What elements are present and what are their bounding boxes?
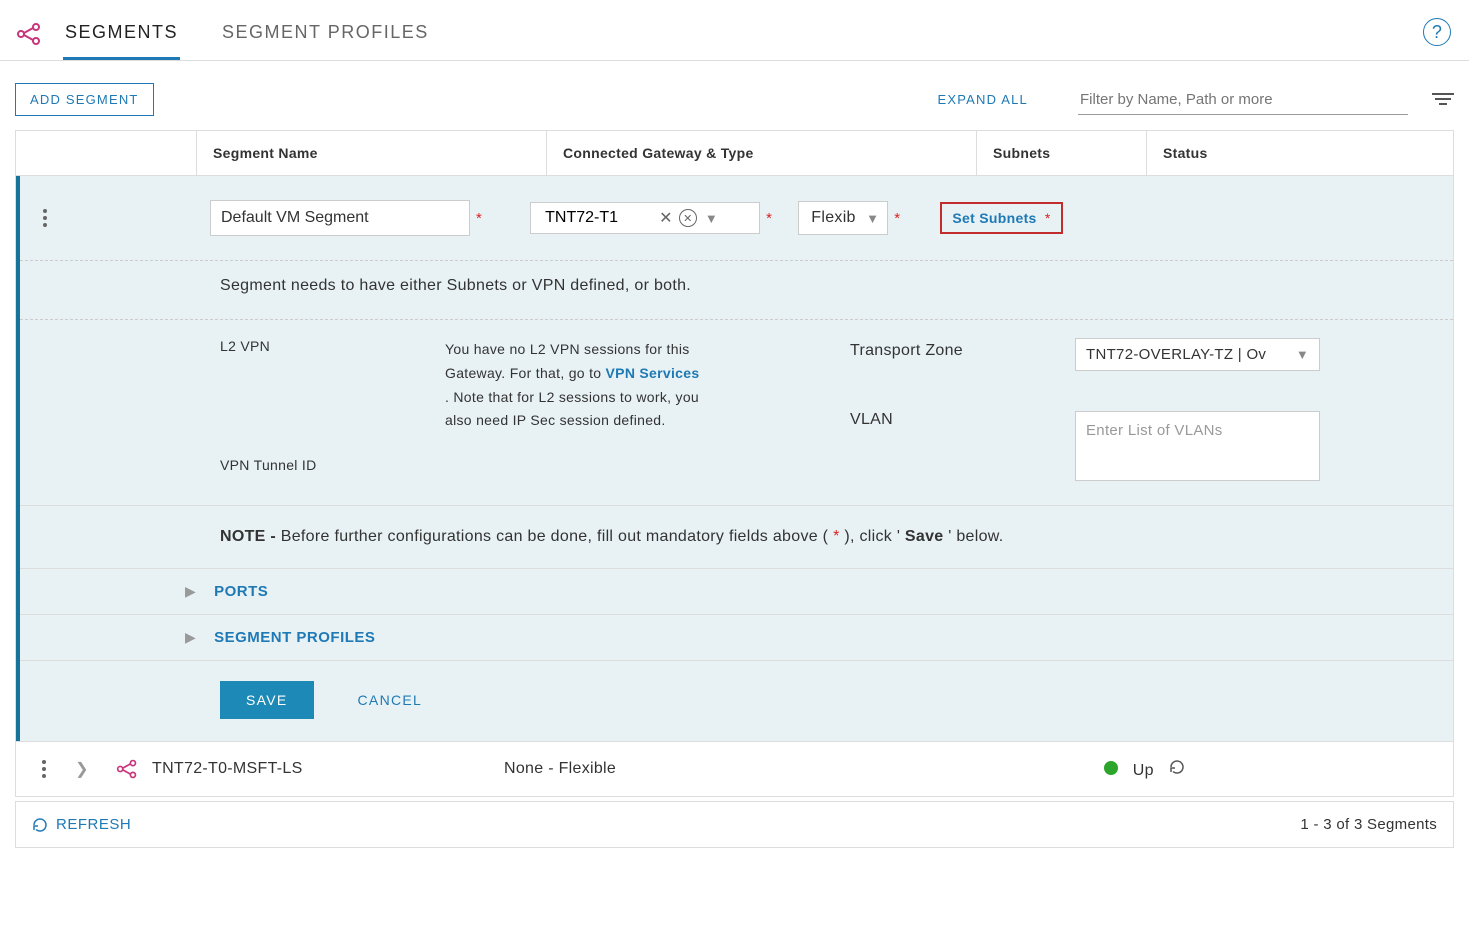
vpn-tunnel-label: VPN Tunnel ID [220, 457, 445, 473]
type-select[interactable]: Flexib ▼ [798, 201, 888, 235]
col-subnets: Subnets [976, 131, 1146, 175]
segment-profiles-label: SEGMENT PROFILES [214, 629, 375, 646]
note-prefix: NOTE - [220, 528, 281, 545]
vpn-services-link[interactable]: VPN Services [606, 365, 700, 381]
refresh-status-icon[interactable] [1169, 759, 1185, 780]
required-icon: * [1045, 210, 1051, 226]
save-button[interactable]: SAVE [220, 681, 314, 719]
ports-label: PORTS [214, 583, 268, 600]
required-icon: * [833, 528, 840, 545]
col-status: Status [1146, 131, 1453, 175]
set-subnets-button[interactable]: Set Subnets * [940, 202, 1062, 234]
required-icon: * [894, 210, 900, 227]
expand-all-link[interactable]: EXPAND ALL [937, 92, 1028, 107]
refresh-button[interactable]: REFRESH [32, 816, 131, 833]
segment-icon [102, 758, 152, 780]
row-segment-name: TNT72-T0-MSFT-LS [152, 760, 504, 778]
filter-icon[interactable] [1432, 93, 1454, 107]
chevron-down-icon[interactable]: ▼ [705, 211, 718, 226]
transport-zone-value: TNT72-OVERLAY-TZ | Ov [1086, 346, 1266, 363]
segments-icon [15, 20, 43, 48]
filter-input[interactable] [1078, 85, 1408, 115]
help-icon[interactable]: ? [1423, 18, 1451, 46]
gateway-select-value[interactable] [543, 208, 653, 228]
segment-profiles-expander[interactable]: ▶ SEGMENT PROFILES [20, 615, 1453, 661]
chevron-down-icon[interactable]: ▼ [866, 211, 879, 226]
col-empty [16, 131, 196, 175]
clear-selection-icon[interactable]: ✕ [679, 209, 697, 227]
row-gateway: None - Flexible [504, 760, 1104, 778]
row-status: Up [1104, 759, 1185, 780]
add-segment-button[interactable]: ADD SEGMENT [15, 83, 154, 116]
chevron-down-icon[interactable]: ▼ [1296, 347, 1309, 362]
cancel-button[interactable]: CANCEL [352, 691, 429, 709]
note-body-a: Before further configurations can be don… [281, 528, 833, 545]
refresh-label: REFRESH [56, 816, 131, 833]
status-text: Up [1133, 762, 1154, 779]
l2vpn-message-b: . Note that for L2 sessions to work, you… [445, 389, 699, 429]
vlan-input[interactable]: Enter List of VLANs [1075, 411, 1320, 481]
pagination-count: 1 - 3 of 3 Segments [1300, 816, 1437, 833]
note-body-c: ' below. [948, 528, 1003, 545]
chevron-right-icon: ▶ [185, 583, 196, 600]
row-actions-menu[interactable] [26, 760, 62, 778]
l2vpn-message: You have no L2 VPN sessions for this Gat… [445, 338, 705, 433]
col-gateway: Connected Gateway & Type [546, 131, 976, 175]
segment-name-input[interactable] [210, 200, 470, 236]
transport-zone-select[interactable]: TNT72-OVERLAY-TZ | Ov ▼ [1075, 338, 1320, 371]
transport-zone-label: Transport Zone [850, 342, 1075, 360]
chevron-right-icon: ▶ [185, 629, 196, 646]
gateway-select[interactable]: ✕ ✕ ▼ [530, 202, 760, 234]
table-row: ❯ TNT72-T0-MSFT-LS None - Flexible Up [16, 741, 1453, 796]
ports-expander[interactable]: ▶ PORTS [20, 569, 1453, 615]
segment-edit-row: * ✕ ✕ ▼ * Flexib ▼ * Set Subnets * Segme… [16, 176, 1453, 741]
l2vpn-label: L2 VPN [220, 338, 445, 433]
tab-segment-profiles[interactable]: SEGMENT PROFILES [220, 8, 431, 60]
tab-segments[interactable]: SEGMENTS [63, 8, 180, 60]
note-row: NOTE - Before further configurations can… [20, 506, 1453, 569]
status-up-icon [1104, 761, 1118, 775]
required-icon: * [766, 210, 772, 227]
note-body-b: ), click ' [844, 528, 900, 545]
type-select-value: Flexib [811, 209, 855, 227]
subnet-hint: Segment needs to have either Subnets or … [20, 261, 1453, 320]
vlan-label: VLAN [850, 411, 1075, 473]
required-icon: * [476, 210, 482, 227]
expand-row-icon[interactable]: ❯ [62, 759, 102, 779]
col-segment-name: Segment Name [196, 131, 546, 175]
note-save: Save [905, 528, 944, 545]
set-subnets-label: Set Subnets [952, 210, 1036, 226]
row-actions-menu[interactable] [20, 209, 70, 227]
clear-text-icon[interactable]: ✕ [659, 208, 673, 228]
